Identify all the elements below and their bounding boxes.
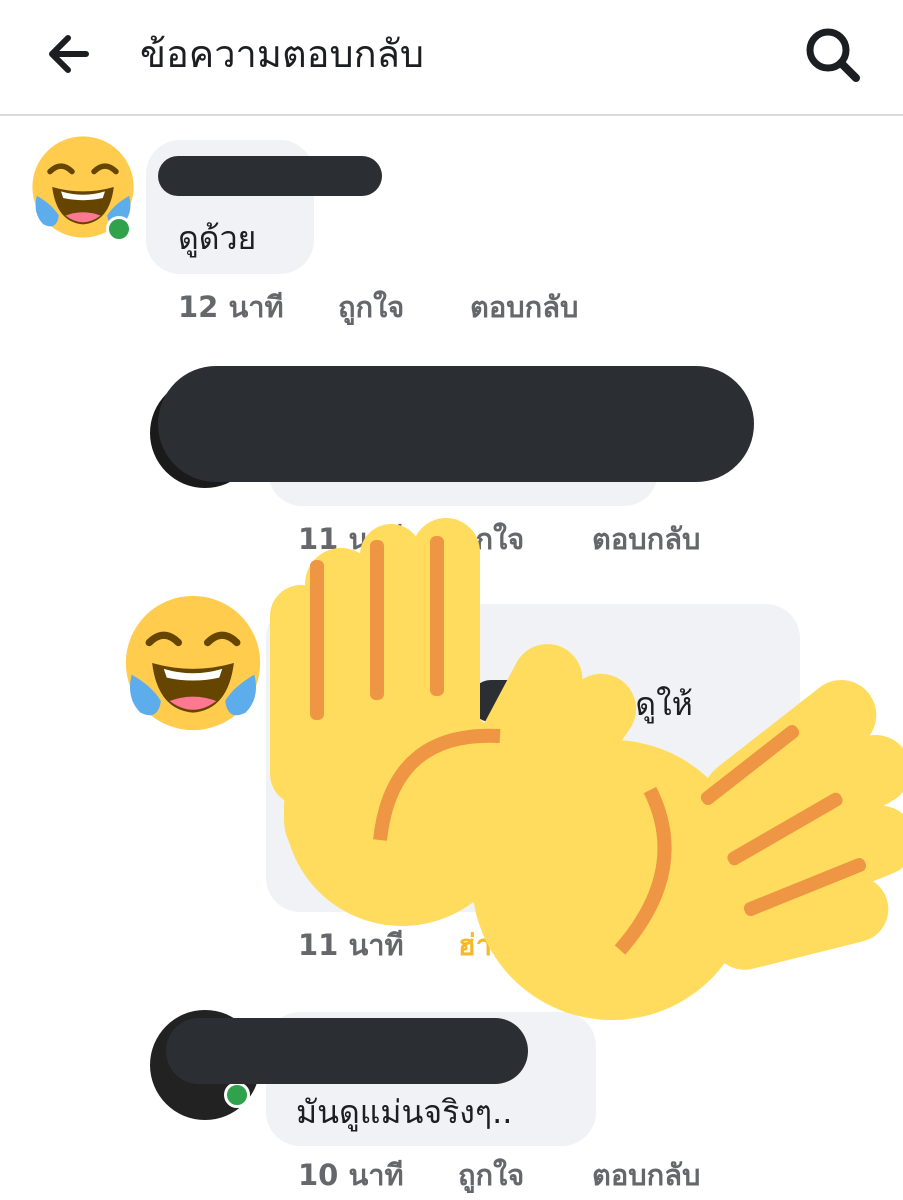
comment-time: 12 นาที [178,290,284,324]
top-bar: ข้อความตอบกลับ [0,0,903,116]
back-button[interactable] [40,26,100,82]
search-button[interactable] [798,20,868,86]
haha-reaction-label[interactable]: ฮ่าๆ [458,922,508,968]
redacted-author-name [166,1018,528,1084]
comment-text: มันดูแม่นจริงๆ.. [296,1093,513,1131]
search-icon [806,28,860,82]
redacted-author-name [158,156,382,196]
page-title: ข้อความตอบกลับ [140,32,424,76]
avatar[interactable] [120,590,266,736]
redacted-comment-content [158,366,754,482]
face-with-tears-of-joy-icon [120,590,266,736]
reply-link[interactable]: ตอบกลับ [470,284,578,330]
online-status-indicator [106,216,132,242]
reply-link[interactable]: ตอบกลับ [592,516,700,562]
like-link[interactable]: ถูกใจ [458,516,524,562]
reply-link[interactable]: ตอบกลับ [592,1152,700,1198]
like-link[interactable]: ถูกใจ [338,284,404,330]
comment-bubble[interactable]: องช่วยดูให้ ว่า ดาว [266,604,800,912]
redacted-author-name [470,680,540,722]
comment-text-line-2: ว่า ดาว [576,745,679,783]
comment-text: ดูด้วย [178,219,257,257]
comment-time: 10 นาที [298,1158,404,1192]
comment-time: 11 นาที [298,928,404,962]
online-status-indicator [224,1082,250,1108]
like-link[interactable]: ถูกใจ [458,1152,524,1198]
comment-text: องช่วยดูให้ [542,685,693,723]
arrow-left-icon [49,35,89,73]
comment-time: 11 นาที [298,522,404,556]
